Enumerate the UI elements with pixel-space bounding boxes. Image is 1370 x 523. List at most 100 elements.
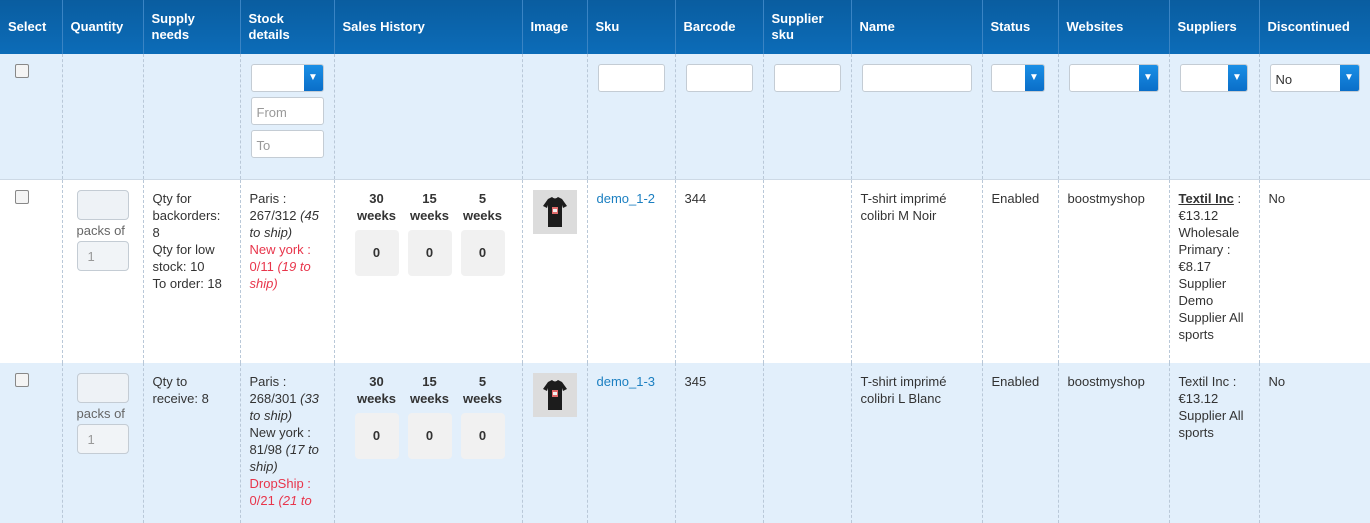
website-value: boostmyshop xyxy=(1067,374,1145,389)
week-label: 15 weeks xyxy=(409,191,450,223)
stock-location: Paris : xyxy=(249,191,287,206)
product-name: T-shirt imprimé colibri M Noir xyxy=(860,191,947,223)
website-value: boostmyshop xyxy=(1067,191,1145,206)
week-label: 15 weeks xyxy=(409,374,450,406)
stock-line: New york : 0/11 (19 to ship) xyxy=(250,241,325,292)
week-value: 0 xyxy=(407,413,452,459)
supply-backorders: Qty for backorders: 8 xyxy=(152,191,221,240)
week-label: 30 weeks xyxy=(356,191,397,223)
week-label: 5 weeks xyxy=(462,374,503,406)
week-value: 0 xyxy=(407,230,452,276)
select-all-checkbox[interactable] xyxy=(15,64,29,78)
stock-location: New york : xyxy=(249,242,311,257)
stock-from-input[interactable]: From xyxy=(250,97,324,125)
column-header-suppliers[interactable]: Suppliers xyxy=(1168,0,1259,54)
column-header-supply-needs[interactable]: Supply needs xyxy=(142,0,240,54)
stock-line: Paris : 267/312 (45 to ship) xyxy=(250,190,325,241)
discontinued-filter-select[interactable]: No ▼ xyxy=(1269,64,1360,92)
sku-filter-input[interactable] xyxy=(597,64,665,92)
product-thumbnail[interactable] xyxy=(532,190,577,234)
barcode-filter-input[interactable] xyxy=(685,64,753,92)
chevron-down-icon: ▼ xyxy=(303,65,323,91)
supplier-entry: Supplier All sports xyxy=(1178,408,1244,440)
stock-value: 267/312 xyxy=(249,208,297,223)
row-checkbox[interactable] xyxy=(15,190,29,204)
week-label: 5 weeks xyxy=(462,191,503,223)
row-checkbox[interactable] xyxy=(15,373,29,387)
stock-value: 268/301 xyxy=(249,391,297,406)
table-row: packs of 1 Qty for backorders: 8 Qty for… xyxy=(0,179,1370,363)
column-header-image[interactable]: Image xyxy=(521,0,587,54)
pack-size-input[interactable]: 1 xyxy=(76,424,129,454)
column-header-discontinued[interactable]: Discontinued xyxy=(1258,0,1370,54)
websites-filter-select[interactable]: ▼ xyxy=(1068,64,1159,92)
sku-link[interactable]: demo_1-2 xyxy=(597,191,656,206)
supplier-entry: Supplier All sports xyxy=(1178,310,1244,342)
barcode-value: 344 xyxy=(684,191,707,206)
product-name: T-shirt imprimé colibri L Blanc xyxy=(860,374,947,406)
column-header-barcode[interactable]: Barcode xyxy=(674,0,763,54)
column-header-stock-details[interactable]: Stock details xyxy=(239,0,334,54)
sales-history: 30 weeks 0 15 weeks 0 5 weeks 0 xyxy=(354,190,513,276)
discontinued-value: No xyxy=(1268,374,1286,389)
status-value: Enabled xyxy=(991,191,1040,206)
week-value: 0 xyxy=(354,230,399,276)
supplier-entry: Wholesale Primary : €8.17 xyxy=(1178,225,1240,274)
tshirt-icon xyxy=(532,373,577,417)
chevron-down-icon: ▼ xyxy=(1227,65,1247,91)
product-thumbnail[interactable] xyxy=(532,373,577,417)
quantity-input[interactable] xyxy=(76,190,129,220)
stock-location: New york : xyxy=(249,425,311,440)
table-row: packs of 1 Qty to receive: 8 Paris : 268… xyxy=(0,363,1370,523)
column-header-quantity[interactable]: Quantity xyxy=(61,0,143,54)
chevron-down-icon: ▼ xyxy=(1339,65,1359,91)
packs-label: packs of xyxy=(76,223,125,238)
column-header-select[interactable]: Select xyxy=(0,0,62,54)
suppliers-filter-select[interactable]: ▼ xyxy=(1179,64,1248,92)
status-value: Enabled xyxy=(991,374,1040,389)
week-label: 30 weeks xyxy=(356,374,397,406)
barcode-value: 345 xyxy=(684,374,707,389)
sku-link[interactable]: demo_1-3 xyxy=(597,374,656,389)
column-header-supplier-sku[interactable]: Supplier sku xyxy=(762,0,851,54)
stock-line: DropShip : 0/21 (21 to xyxy=(250,475,325,509)
stock-value: 81/98 xyxy=(249,442,283,457)
supply-to-order: To order: 18 xyxy=(152,276,222,291)
quantity-input[interactable] xyxy=(76,373,129,403)
primary-supplier-link[interactable]: Textil Inc xyxy=(1179,191,1234,206)
column-header-sku[interactable]: Sku xyxy=(586,0,675,54)
stock-line: New york : 81/98 (17 to ship) xyxy=(250,424,325,475)
stock-value: 0/11 xyxy=(249,259,274,274)
stock-line: Paris : 268/301 (33 to ship) xyxy=(250,373,325,424)
primary-supplier-name: Textil Inc xyxy=(1178,374,1230,389)
sales-history: 30 weeks 0 15 weeks 0 5 weeks 0 xyxy=(354,373,513,459)
stock-to-ship: (21 to xyxy=(278,493,312,508)
supply-low-stock: Qty for low stock: 10 xyxy=(152,242,215,274)
stock-location: DropShip : xyxy=(249,476,311,491)
name-filter-input[interactable] xyxy=(861,64,972,92)
supply-to-receive: Qty to receive: 8 xyxy=(152,374,209,406)
discontinued-filter-value: No xyxy=(1275,72,1293,87)
week-value: 0 xyxy=(354,413,399,459)
stock-to-input[interactable]: To xyxy=(250,130,324,158)
column-header-name[interactable]: Name xyxy=(850,0,982,54)
column-header-sales-history[interactable]: Sales History xyxy=(333,0,522,54)
column-header-status[interactable]: Status xyxy=(981,0,1058,54)
status-filter-select[interactable]: ▼ xyxy=(990,64,1045,92)
week-value: 0 xyxy=(460,413,505,459)
stock-value: 0/21 xyxy=(249,493,275,508)
column-header-websites[interactable]: Websites xyxy=(1057,0,1169,54)
chevron-down-icon: ▼ xyxy=(1024,65,1044,91)
filter-row: ▼ From To ▼ ▼ ▼ No ▼ xyxy=(0,54,1370,180)
stock-location: Paris : xyxy=(249,374,287,389)
stock-filter-select[interactable]: ▼ xyxy=(250,64,324,92)
chevron-down-icon: ▼ xyxy=(1138,65,1158,91)
supply-needs-grid: Select Quantity Supply needs Stock detai… xyxy=(0,0,1370,523)
discontinued-value: No xyxy=(1268,191,1286,206)
tshirt-icon xyxy=(532,190,577,234)
packs-label: packs of xyxy=(76,406,125,421)
week-value: 0 xyxy=(460,230,505,276)
supplier-sku-filter-input[interactable] xyxy=(773,64,841,92)
pack-size-input[interactable]: 1 xyxy=(76,241,129,271)
supplier-entry: Supplier Demo xyxy=(1178,276,1227,308)
